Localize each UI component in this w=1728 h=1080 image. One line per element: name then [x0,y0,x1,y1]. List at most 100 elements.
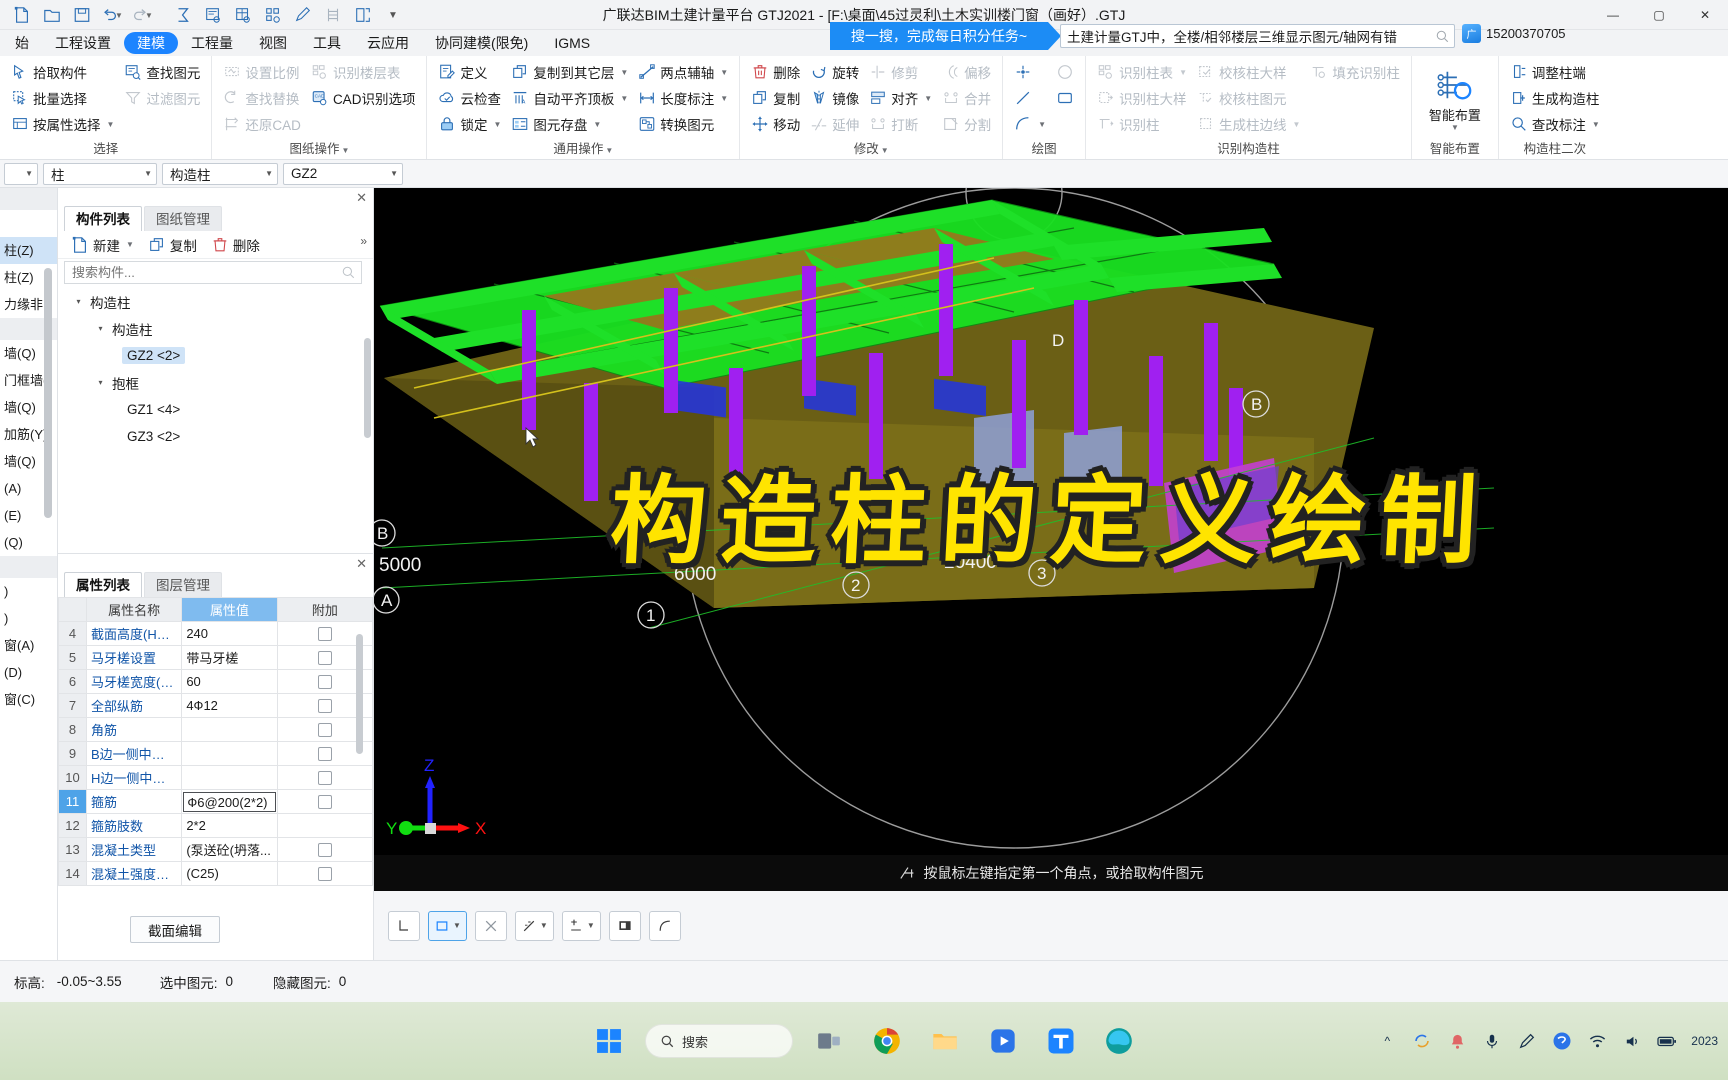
checkbox[interactable] [317,627,332,642]
ribbon-copy-to-other-floor[interactable]: 复制到其它层 ▼ [506,59,633,85]
menu-item-view[interactable]: 视图 [246,32,300,54]
media-player-icon[interactable] [981,1019,1025,1063]
ribbon-find-element[interactable]: 查找图元 [119,59,205,85]
checkbox[interactable] [317,699,332,714]
minimize-button[interactable]: — [1590,0,1636,30]
checkbox[interactable] [317,723,332,738]
component-tree-scrollbar[interactable] [364,338,371,438]
table-row[interactable]: 12 箍筋肢数 2*2 [58,813,373,838]
menu-item-start[interactable]: 始 [2,32,42,54]
maximize-button[interactable]: ▢ [1636,0,1682,30]
chevron-down-icon[interactable]: ▾ [94,324,107,333]
checkbox[interactable] [317,843,332,858]
global-search-box[interactable] [1060,24,1455,48]
close-icon[interactable]: ✕ [356,190,367,206]
table-row[interactable]: 10 H边一侧中部筋 [58,765,373,790]
add-panel-icon[interactable] [349,2,377,28]
attach-checkbox-cell[interactable] [276,861,373,886]
ribbon-align[interactable]: 对齐 ▼ [864,85,937,111]
ribbon-circle-draw[interactable] [1051,59,1079,85]
ribbon-filter-element[interactable]: 过滤图元 [119,85,205,111]
nav-scrollbar[interactable] [44,268,52,518]
ribbon-mirror[interactable]: 镜像 [805,85,864,111]
microphone-icon[interactable] [1481,1030,1503,1052]
ribbon-offset[interactable]: 偏移 [937,59,996,85]
ribbon-auto-align-top-plate[interactable]: A 自动平齐顶板 ▼ [506,85,633,111]
menu-item-project-settings[interactable]: 工程设置 [42,32,124,54]
component-search-input[interactable] [72,265,341,280]
property-value[interactable]: 2*2 [181,813,278,838]
ribbon-lock[interactable]: 锁定 ▼ [433,111,506,137]
component-combo[interactable]: GZ2 ▼ [283,162,403,185]
menu-item-tools[interactable]: 工具 [300,32,354,54]
ribbon-recognize-floor-table[interactable]: 识别楼层表 [306,59,421,85]
cancel-tool[interactable] [474,910,507,941]
tab-component-list[interactable]: 构件列表 [64,206,142,231]
snapshot-tool[interactable] [608,910,641,941]
table-row[interactable]: 8 角筋 [58,717,373,742]
group-query-icon[interactable] [259,2,287,28]
property-value[interactable] [181,765,278,790]
ribbon-length-dimension[interactable]: 长度标注 ▼ [633,85,733,111]
show-hidden-icons-chevron[interactable]: ^ [1376,1030,1398,1052]
view-angle-tool[interactable] [388,910,420,941]
checkbox[interactable] [317,795,332,810]
ribbon-fill-recognize-column[interactable]: 填充识别柱 [1305,59,1405,85]
ribbon-two-point-aux-axis[interactable]: 两点辅轴 ▼ [633,59,733,85]
ribbon-convert-element[interactable]: 转换图元 [633,111,733,137]
chevron-down-icon[interactable]: ▾ [94,378,107,387]
table-row[interactable]: 5 马牙槎设置 带马牙槎 [58,645,373,670]
ribbon-check-edit-dimension[interactable]: 查改标注 ▼ [1505,111,1605,137]
ribbon-find-replace[interactable]: 查找替换 [218,85,306,111]
measure-tool[interactable]: ▼ [514,910,554,941]
tree-node-gz2[interactable]: GZ2 <2> [58,342,373,369]
attach-checkbox-cell[interactable] [276,813,373,838]
ribbon-pick-component[interactable]: 拾取构件 [6,59,119,85]
ribbon-break[interactable]: 打断 [864,111,937,137]
table-row[interactable]: 13 混凝土类型 (泵送砼(坍落... [58,837,373,862]
3d-viewport[interactable]: Y X Z 5000 6000 5400 20400 A B B D 1 2 3… [374,188,1728,891]
delete-component-button[interactable]: 删除 [206,233,265,257]
account-area[interactable]: 广 15200370705 [1462,24,1566,43]
copy-component-button[interactable]: 复制 [143,233,202,257]
nav-item-d[interactable]: (D) [0,659,57,686]
ribbon-merge[interactable]: 合并 [937,85,996,111]
windows-start-icon[interactable] [587,1019,631,1063]
tree-node-structural-column-root[interactable]: ▾ 构造柱 [58,288,373,315]
table-row[interactable]: 6 马牙槎宽度(mm) 60 [58,669,373,694]
ribbon-generate-column[interactable]: 生成构造柱 [1505,85,1605,111]
table-row[interactable]: 7 全部纵筋 4Ф12 [58,693,373,718]
ribbon-point-draw[interactable] [1009,59,1051,85]
chevron-down-icon[interactable]: ▾ [72,297,85,306]
nav-item-column-z-selected[interactable]: 柱(Z) [0,237,57,264]
curve-tool[interactable] [648,910,681,941]
ribbon-restore-cad[interactable]: 还原CAD [218,111,306,137]
offset-tool[interactable]: ▼ [561,910,601,941]
glodon-gtj-icon[interactable] [1039,1019,1083,1063]
section-edit-button[interactable]: 截面编辑 [130,916,220,943]
notification-bell-icon[interactable] [1446,1030,1468,1052]
tree-node-gz1[interactable]: GZ1 <4> [58,396,373,423]
shape-select-tool[interactable]: ▼ [428,910,467,941]
battery-icon[interactable] [1656,1030,1678,1052]
ribbon-recognize-column-table[interactable]: 识别柱表 ▼ [1092,59,1192,85]
ruler-icon[interactable] [319,2,347,28]
tab-property-list[interactable]: 属性列表 [64,572,142,597]
nav-item-paren-1[interactable]: ) [0,578,57,605]
menu-item-cloud-apps[interactable]: 云应用 [354,32,422,54]
attach-checkbox-cell[interactable] [276,837,373,862]
menu-item-modeling[interactable]: 建模 [124,32,178,54]
ribbon-smart-layout-button[interactable]: 智能布置 ▼ [1418,59,1492,137]
edge-icon[interactable] [1097,1019,1141,1063]
sync-icon[interactable] [1411,1030,1433,1052]
checkbox[interactable] [317,651,332,666]
search-input[interactable] [1067,28,1435,44]
table-row-selected[interactable]: 11 箍筋 Ф6@200(2*2) [58,789,373,814]
undo-icon[interactable]: ▼ [98,2,126,28]
property-table-scrollbar[interactable] [356,634,363,754]
property-value[interactable] [181,717,278,742]
tab-drawing-management[interactable]: 图纸管理 [144,206,222,231]
ribbon-rect-draw[interactable] [1051,85,1079,111]
expand-panel-icon[interactable]: » [360,234,367,248]
wifi-icon[interactable] [1586,1030,1608,1052]
